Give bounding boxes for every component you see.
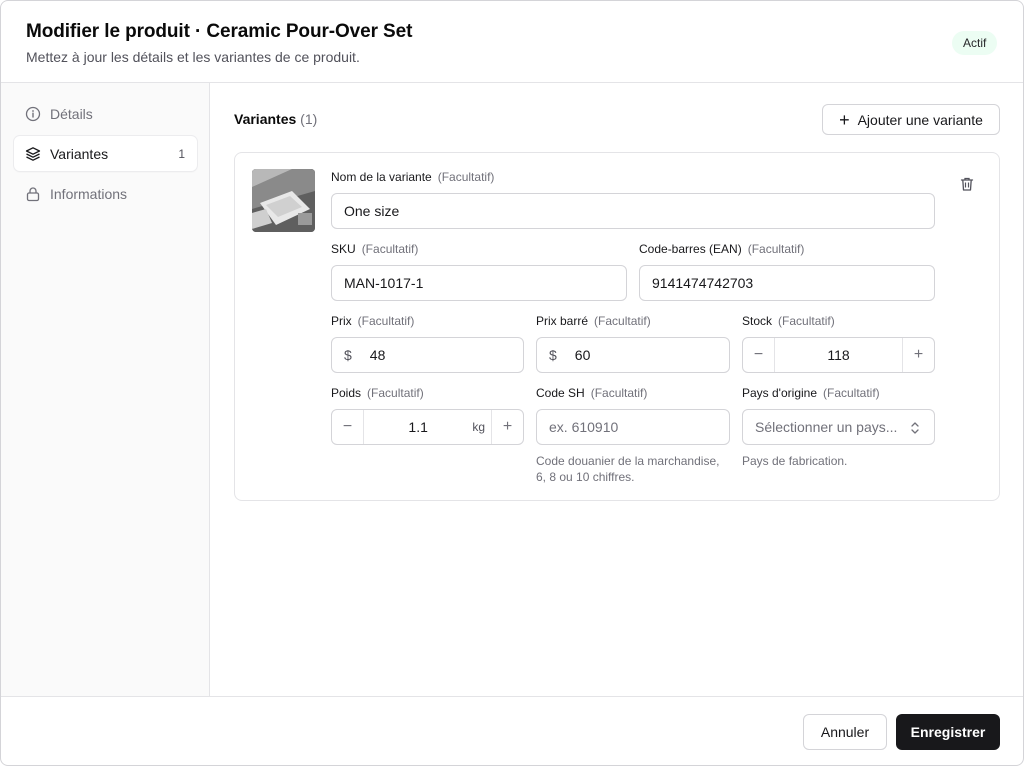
sidebar-item-variants[interactable]: Variantes 1 xyxy=(14,136,197,171)
weight-input[interactable]: 1.1 xyxy=(364,410,472,444)
sidebar-item-label: Informations xyxy=(50,185,128,202)
stock-decrement-button[interactable]: − xyxy=(743,338,775,372)
status-badge: Actif xyxy=(952,31,998,55)
stock-increment-button[interactable]: + xyxy=(902,338,934,372)
page-subtitle: Mettez à jour les détails et les variant… xyxy=(26,49,360,65)
sidebar-item-details[interactable]: Détails xyxy=(14,96,197,131)
page-title: Modifier le produit · Ceramic Pour-Over … xyxy=(26,21,413,42)
sku-input[interactable]: MAN-1017-1 xyxy=(331,265,627,301)
layers-icon xyxy=(25,146,41,162)
add-variant-label: Ajouter une variante xyxy=(857,111,983,128)
compare-price-label: Prix barré (Facultatif) xyxy=(536,314,651,328)
weight-label: Poids (Facultatif) xyxy=(331,386,424,400)
trash-icon xyxy=(960,177,974,191)
delete-variant-button[interactable] xyxy=(959,176,975,192)
stock-label: Stock (Facultatif) xyxy=(742,314,835,328)
hs-code-help: Code douanier de la marchandise, 6, 8 ou… xyxy=(536,454,720,484)
compare-price-input[interactable]: $ 60 xyxy=(536,337,730,373)
cancel-button[interactable]: Annuler xyxy=(803,714,887,750)
dialog-footer: Annuler Enregistrer xyxy=(1,696,1023,765)
hs-code-label: Code SH (Facultatif) xyxy=(536,386,648,400)
sidebar-item-label: Détails xyxy=(50,105,93,122)
info-icon xyxy=(25,106,41,122)
barcode-label: Code-barres (EAN) (Facultatif) xyxy=(639,242,805,256)
variant-name-label: Nom de la variante (Facultatif) xyxy=(331,170,495,184)
lock-icon xyxy=(25,186,41,202)
variant-name-input[interactable]: One size xyxy=(331,193,935,229)
dialog-header: Modifier le produit · Ceramic Pour-Over … xyxy=(1,1,1023,83)
sidebar-item-label: Variantes xyxy=(50,145,109,162)
sku-label: SKU (Facultatif) xyxy=(331,242,419,256)
stock-input[interactable]: 118 xyxy=(775,338,902,372)
save-button[interactable]: Enregistrer xyxy=(896,714,1000,750)
stock-stepper: − 118 + xyxy=(742,337,935,373)
hs-code-input[interactable]: ex. 610910 xyxy=(536,409,730,445)
section-count: (1) xyxy=(300,111,318,127)
weight-decrement-button[interactable]: − xyxy=(332,410,364,444)
currency-prefix: $ xyxy=(549,347,557,363)
section-title-text: Variantes xyxy=(234,111,297,127)
weight-stepper: − 1.1 kg + xyxy=(331,409,524,445)
sidebar-item-information[interactable]: Informations xyxy=(14,176,197,211)
country-select[interactable]: Sélectionner un pays... xyxy=(742,409,935,445)
country-help: Pays de fabrication. xyxy=(742,454,848,468)
add-variant-button[interactable]: + Ajouter une variante xyxy=(822,104,1000,135)
currency-prefix: $ xyxy=(344,347,352,363)
section-title: Variantes (1) xyxy=(234,111,317,127)
weight-unit: kg xyxy=(472,420,485,434)
plus-icon: + xyxy=(839,109,850,130)
chevron-up-down-icon xyxy=(911,422,919,434)
variants-count: 1 xyxy=(178,146,185,161)
price-input[interactable]: $ 48 xyxy=(331,337,524,373)
country-label: Pays d'origine (Facultatif) xyxy=(742,386,880,400)
barcode-input[interactable]: 9141474742703 xyxy=(639,265,935,301)
sidebar: Détails Variantes 1 Informations xyxy=(1,83,210,696)
variant-thumbnail[interactable] xyxy=(252,169,315,232)
weight-increment-button[interactable]: + xyxy=(491,410,523,444)
variant-card: Nom de la variante (Facultatif) One size … xyxy=(234,152,1000,501)
price-label: Prix (Facultatif) xyxy=(331,314,415,328)
edit-product-dialog: Modifier le produit · Ceramic Pour-Over … xyxy=(0,0,1024,766)
